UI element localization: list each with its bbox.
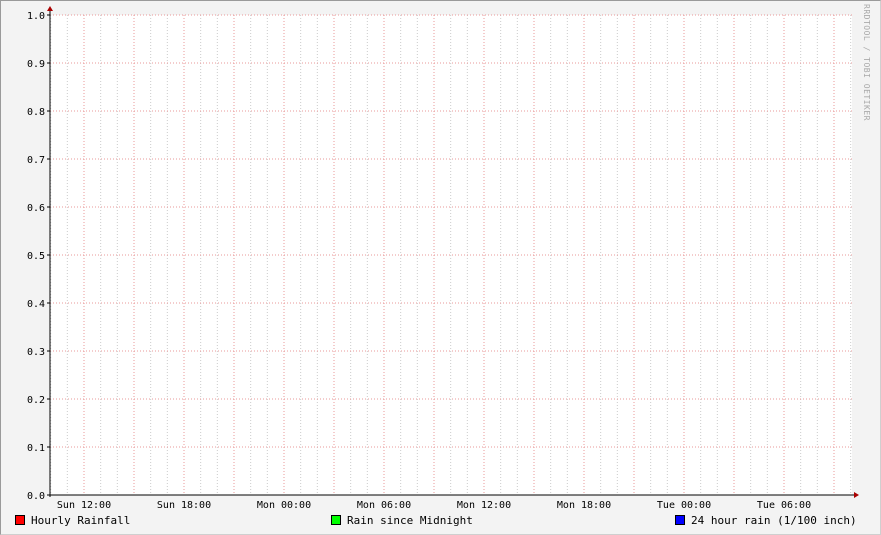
- y-axis-arrow: [47, 6, 53, 11]
- y-tick-label: 0.0: [27, 491, 45, 502]
- x-tick-label: Mon 00:00: [257, 500, 311, 511]
- y-tick-label: 0.3: [27, 347, 45, 358]
- x-tick-label: Sun 12:00: [57, 500, 111, 511]
- legend-swatch: [15, 515, 25, 525]
- y-tick-label: 0.8: [27, 107, 45, 118]
- x-tick-label: Mon 12:00: [457, 500, 511, 511]
- x-tick-label: Tue 00:00: [657, 500, 711, 511]
- legend-label: Hourly Rainfall: [31, 514, 131, 527]
- legend-label: 24 hour rain (1/100 inch): [691, 514, 857, 527]
- y-tick-label: 0.4: [27, 299, 45, 310]
- y-tick-label: 0.2: [27, 395, 45, 406]
- rainfall-chart: 0.0 0.1 0.2 0.3 0.4 0.5 0.6 0.7 0.8 0.9 1.0 Sun 12…: [27, 6, 859, 511]
- x-tick-label: Mon 18:00: [557, 500, 611, 511]
- x-axis-arrow: [854, 492, 859, 498]
- rrdtool-watermark: RRDTOOL / TOBI OETIKER: [862, 4, 871, 121]
- legend-label: Rain since Midnight: [347, 514, 473, 527]
- x-tick-label: Mon 06:00: [357, 500, 411, 511]
- y-tick-label: 0.9: [27, 59, 45, 70]
- y-tick-label: 0.7: [27, 155, 45, 166]
- y-tick-label: 0.6: [27, 203, 45, 214]
- y-tick-labels: 0.0 0.1 0.2 0.3 0.4 0.5 0.6 0.7 0.8 0.9 1.0: [27, 11, 45, 502]
- y-tick-label: 1.0: [27, 11, 45, 22]
- x-tick-label: Tue 06:00: [757, 500, 811, 511]
- legend-item-24-hour-rain: 24 hour rain (1/100 inch): [675, 514, 857, 528]
- legend-swatch: [331, 515, 341, 525]
- x-tick-label: Sun 18:00: [157, 500, 211, 511]
- legend-item-hourly-rainfall: Hourly Rainfall: [15, 514, 130, 528]
- x-tick-labels: Sun 12:00 Sun 18:00 Mon 00:00 Mon 06:00 Mon …: [57, 500, 811, 511]
- legend-swatch: [675, 515, 685, 525]
- y-tick-label: 0.5: [27, 251, 45, 262]
- legend-item-rain-since-midnight: Rain since Midnight: [331, 514, 473, 528]
- y-tick-label: 0.1: [27, 443, 45, 454]
